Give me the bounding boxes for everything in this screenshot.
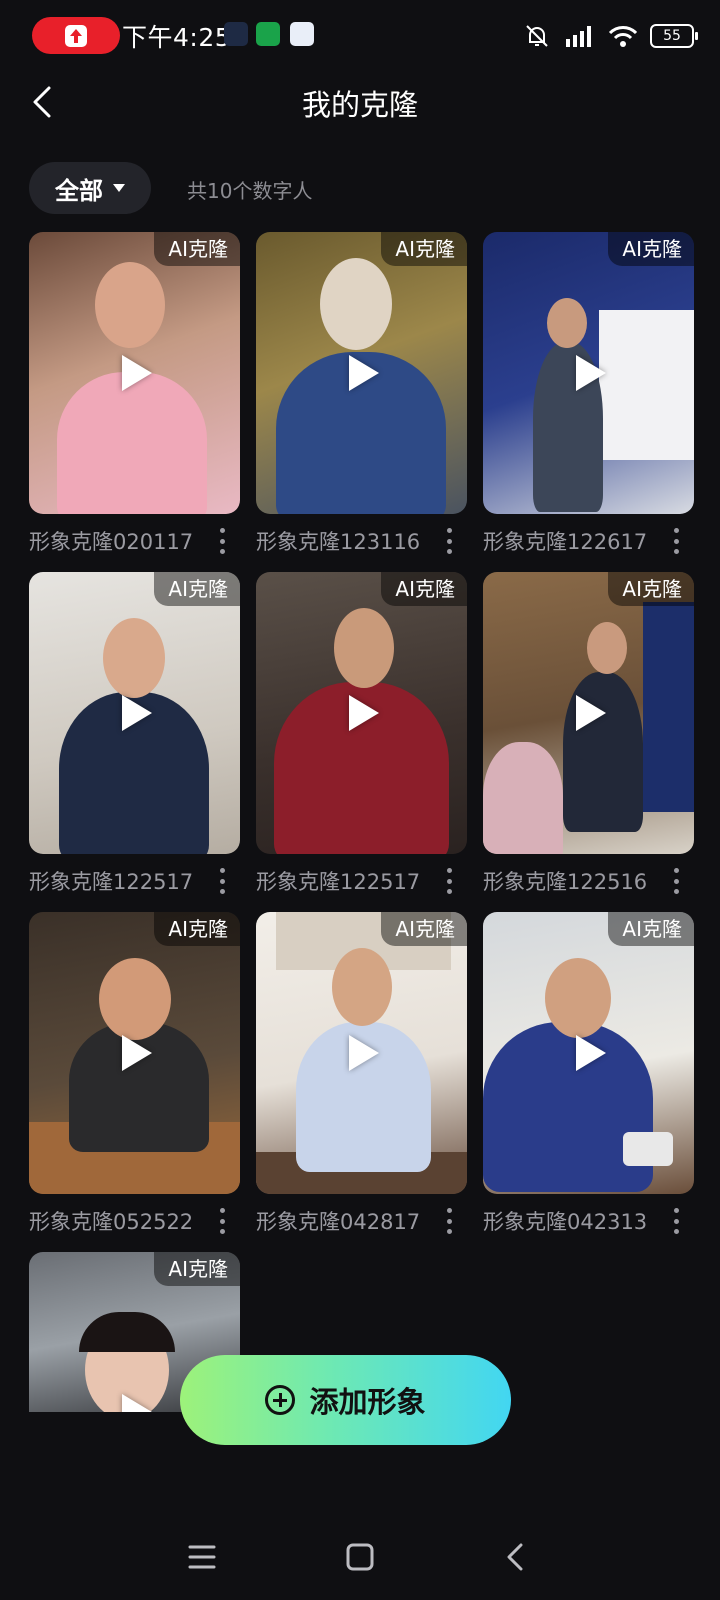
more-options-icon[interactable] <box>672 1208 680 1234</box>
wifi-icon <box>608 26 638 47</box>
clone-thumbnail[interactable]: AI克隆 <box>256 232 467 514</box>
ai-clone-badge: AI克隆 <box>154 232 240 266</box>
plus-circle-icon <box>265 1385 296 1415</box>
more-options-icon[interactable] <box>218 868 226 894</box>
clone-name: 形象克隆052522 <box>29 1210 194 1234</box>
clone-name: 形象克隆122517 <box>29 870 194 894</box>
play-icon[interactable] <box>121 1394 152 1412</box>
clone-thumbnail[interactable]: AI克隆 <box>29 912 240 1194</box>
ai-clone-badge: AI克隆 <box>154 912 240 946</box>
more-options-icon[interactable] <box>445 1208 453 1234</box>
clone-thumbnail[interactable]: AI克隆 <box>483 572 694 854</box>
cast-icon <box>290 22 314 46</box>
clone-name: 形象克隆122617 <box>483 530 648 554</box>
ai-clone-badge: AI克隆 <box>154 572 240 606</box>
add-avatar-button[interactable]: 添加形象 <box>180 1355 511 1445</box>
clone-thumbnail[interactable]: AI克隆 <box>256 912 467 1194</box>
filter-dropdown[interactable]: 全部 <box>29 162 151 214</box>
more-options-icon[interactable] <box>445 868 453 894</box>
ai-clone-badge: AI克隆 <box>381 572 467 606</box>
clone-name: 形象克隆020117 <box>29 530 194 554</box>
system-nav-bar <box>0 1515 720 1600</box>
filter-selected-label: 全部 <box>55 176 103 205</box>
play-icon[interactable] <box>121 695 152 731</box>
screen-record-indicator[interactable] <box>32 17 120 54</box>
status-time: 下午4:25 <box>122 23 232 52</box>
clone-card[interactable]: AI克隆 形象克隆042817 <box>256 912 467 1234</box>
play-icon[interactable] <box>121 355 152 391</box>
record-icon <box>65 24 87 47</box>
clone-thumbnail[interactable]: AI克隆 <box>483 912 694 1194</box>
clone-card[interactable]: AI克隆 形象克隆122516 <box>483 572 694 894</box>
clone-thumbnail[interactable]: AI克隆 <box>29 232 240 514</box>
clone-thumbnail[interactable]: AI克隆 <box>483 232 694 514</box>
clone-card[interactable]: AI克隆 形象克隆122517 <box>29 572 240 894</box>
system-back-button[interactable] <box>496 1537 536 1577</box>
back-triangle-icon <box>507 1543 523 1571</box>
play-icon[interactable] <box>348 355 379 391</box>
app-notification-icon <box>224 22 248 46</box>
clone-card[interactable]: AI克隆 形象克隆123116 <box>256 232 467 554</box>
more-options-icon[interactable] <box>445 528 453 554</box>
clone-count: 共10个数字人 <box>187 179 313 203</box>
clone-thumbnail[interactable]: AI克隆 <box>29 572 240 854</box>
ai-clone-badge: AI克隆 <box>381 912 467 946</box>
play-icon[interactable] <box>575 1035 606 1071</box>
battery-indicator: 55 <box>650 24 698 48</box>
clone-name: 形象克隆042817 <box>256 1210 421 1234</box>
ai-clone-badge: AI克隆 <box>608 912 694 946</box>
clone-card[interactable]: AI克隆 形象克隆042313 <box>483 912 694 1234</box>
clone-name: 形象克隆123116 <box>256 530 421 554</box>
clone-thumbnail[interactable]: AI克隆 <box>256 572 467 854</box>
home-square-icon <box>346 1543 374 1571</box>
play-icon[interactable] <box>121 1035 152 1071</box>
ai-clone-badge: AI克隆 <box>381 232 467 266</box>
more-options-icon[interactable] <box>218 528 226 554</box>
menu-button[interactable] <box>182 1537 222 1577</box>
clone-name: 形象克隆122517 <box>256 870 421 894</box>
home-button[interactable] <box>340 1537 380 1577</box>
play-icon[interactable] <box>575 355 606 391</box>
ai-clone-badge: AI克隆 <box>608 572 694 606</box>
clone-name: 形象克隆122516 <box>483 870 648 894</box>
status-bar: 下午4:25 55 <box>0 0 720 72</box>
play-icon[interactable] <box>348 695 379 731</box>
caret-down-icon <box>113 184 125 192</box>
page-title: 我的克隆 <box>301 88 418 122</box>
ai-clone-badge: AI克隆 <box>608 232 694 266</box>
clone-name: 形象克隆042313 <box>483 1210 648 1234</box>
play-icon[interactable] <box>575 695 606 731</box>
more-options-icon[interactable] <box>672 868 680 894</box>
ai-clone-badge: AI克隆 <box>154 1252 240 1286</box>
play-icon[interactable] <box>348 1035 379 1071</box>
more-options-icon[interactable] <box>672 528 680 554</box>
menu-icon <box>188 1545 216 1569</box>
clone-card[interactable]: AI克隆 形象克隆052522 <box>29 912 240 1234</box>
signal-icon <box>566 26 591 47</box>
more-options-icon[interactable] <box>218 1208 226 1234</box>
phone-icon <box>256 22 280 46</box>
add-avatar-label: 添加形象 <box>309 1385 426 1419</box>
status-icons: 55 <box>524 18 698 54</box>
mute-bell-icon <box>526 25 548 47</box>
clone-card[interactable]: AI克隆 形象克隆020117 <box>29 232 240 554</box>
clone-card[interactable]: AI克隆 形象克隆122517 <box>256 572 467 894</box>
clone-card[interactable]: AI克隆 形象克隆122617 <box>483 232 694 554</box>
